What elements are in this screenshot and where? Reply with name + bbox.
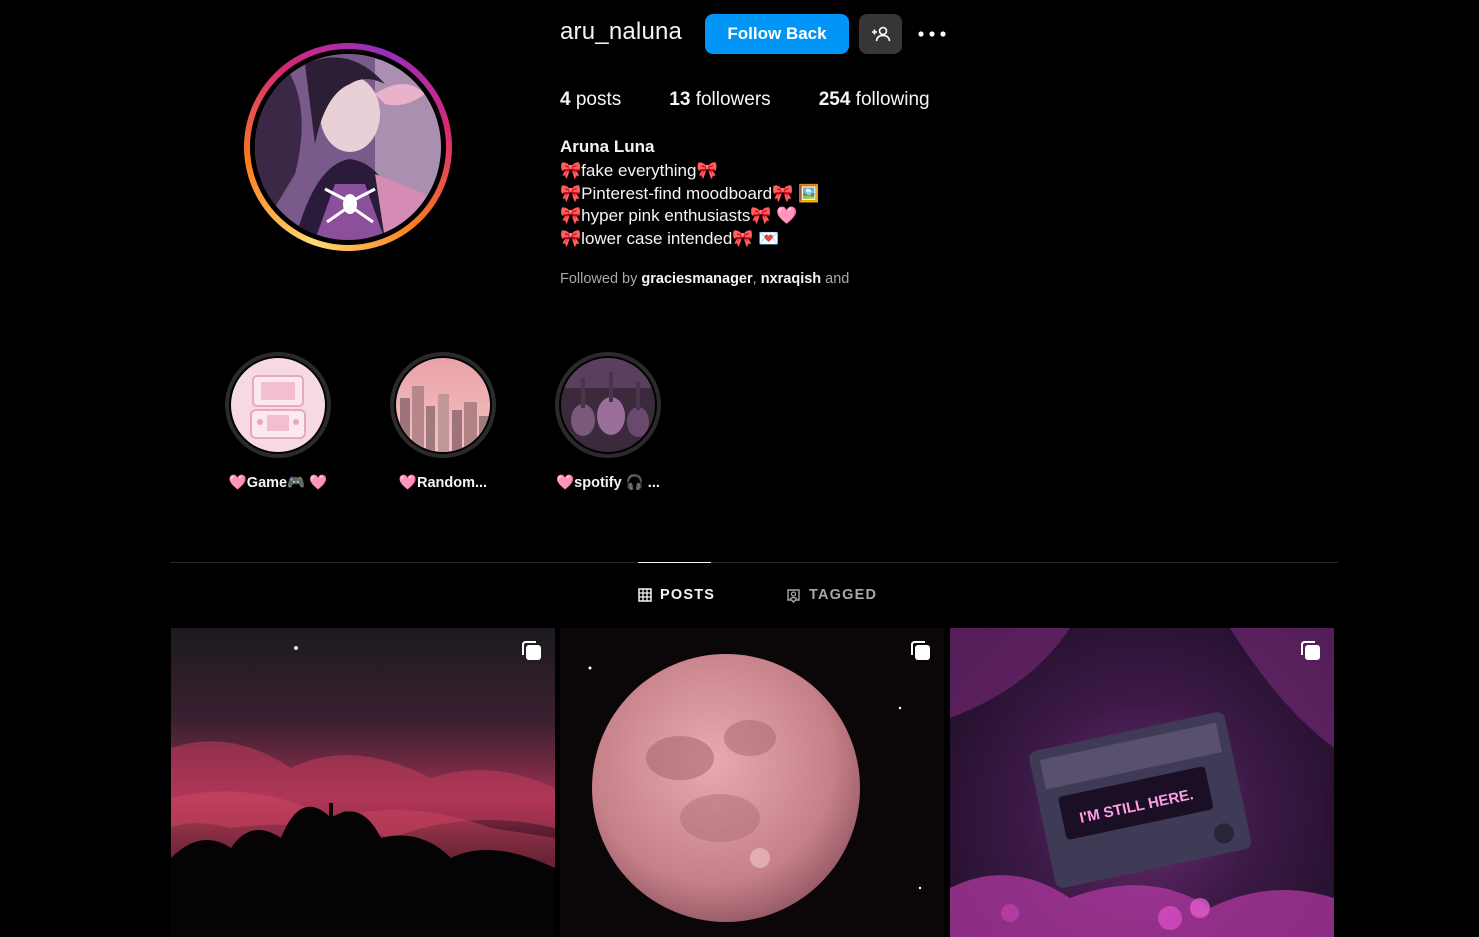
highlight-ring-inner (229, 356, 327, 454)
highlight-label: 🩷Game🎮 🩷 (228, 475, 328, 491)
follower-link[interactable]: nxraqish (761, 271, 821, 287)
add-person-icon (871, 26, 890, 42)
profile-avatar-story-ring[interactable] (244, 43, 452, 251)
tagged-icon (787, 588, 800, 603)
grid-icon (638, 588, 652, 602)
highlight-label: 🩷Random... (398, 475, 488, 491)
highlight-game[interactable]: 🩷Game🎮 🩷 (218, 352, 338, 491)
more-options-button[interactable] (912, 18, 952, 50)
avatar-illustration (255, 54, 441, 240)
tab-posts-label: POSTS (660, 587, 716, 603)
post-image-sunset (171, 646, 555, 937)
highlight-cover (396, 358, 490, 452)
highlight-ring (555, 352, 661, 458)
city-skyline-icon (396, 358, 490, 452)
more-options-icon (918, 31, 946, 37)
highlight-ring-inner (559, 356, 657, 454)
followers-label: followers (695, 89, 771, 110)
carousel-icon (1301, 641, 1320, 660)
profile-full-name: Aruna Luna (560, 137, 655, 156)
guitars-icon (561, 358, 655, 452)
following-label: following (855, 89, 930, 110)
post-thumbnail[interactable] (560, 628, 944, 937)
follower-link[interactable]: graciesmanager (641, 271, 752, 287)
followed-by-separator: , (752, 271, 761, 287)
profile-stats: 4 posts 13 followers 254 following (560, 89, 978, 111)
bio-line: 🎀lower case intended🎀 💌 (560, 228, 780, 248)
tab-tagged[interactable]: TAGGED (786, 587, 877, 603)
followed-by-suffix: and (821, 271, 850, 287)
bio-line: 🎀Pinterest-find moodboard🎀 🖼️ (560, 183, 820, 203)
avatar-border (250, 49, 446, 245)
following-count: 254 (818, 89, 851, 110)
active-tab-indicator (638, 562, 711, 563)
post-thumbnail[interactable]: I'M STILL HERE. (950, 628, 1334, 937)
followed-by-prefix: Followed by (560, 271, 642, 287)
tab-posts[interactable]: POSTS (638, 587, 715, 603)
posts-count: 4 (560, 89, 571, 110)
game-console-icon (231, 358, 325, 452)
highlight-ring (225, 352, 331, 458)
tab-tagged-label: TAGGED (809, 587, 878, 603)
carousel-icon (522, 641, 541, 660)
highlight-ring (390, 352, 496, 458)
followers-stat[interactable]: 13 followers (669, 89, 770, 111)
post-image-moon (588, 654, 922, 922)
followers-count: 13 (669, 89, 691, 110)
suggested-users-button[interactable] (859, 14, 902, 54)
profile-bio: 🎀fake everything🎀 🎀Pinterest-find moodbo… (560, 160, 819, 250)
bio-line: 🎀fake everything🎀 (560, 161, 718, 180)
highlight-spotify[interactable]: 🩷spotify 🎧 ... (548, 352, 668, 491)
post-thumbnail[interactable] (171, 628, 555, 937)
highlight-cover (231, 358, 325, 452)
profile-username: aru_naluna (560, 18, 683, 45)
highlight-ring-inner (394, 356, 492, 454)
highlight-label: 🩷spotify 🎧 ... (556, 475, 660, 491)
tabs-divider (170, 562, 1338, 563)
highlight-cover (561, 358, 655, 452)
posts-label: posts (575, 89, 622, 110)
profile-avatar[interactable] (255, 54, 441, 240)
highlight-random[interactable]: 🩷Random... (383, 352, 503, 491)
post-image-retro-tv: I'M STILL HERE. (950, 628, 1334, 937)
carousel-icon (911, 641, 930, 660)
posts-stat: 4 posts (560, 89, 621, 111)
follow-back-button[interactable]: Follow Back (705, 14, 849, 54)
following-stat[interactable]: 254 following (819, 89, 930, 111)
followed-by-text[interactable]: Followed by graciesmanager, nxraqish and (560, 271, 849, 287)
bio-line: 🎀hyper pink enthusiasts🎀 🩷 (560, 206, 798, 225)
